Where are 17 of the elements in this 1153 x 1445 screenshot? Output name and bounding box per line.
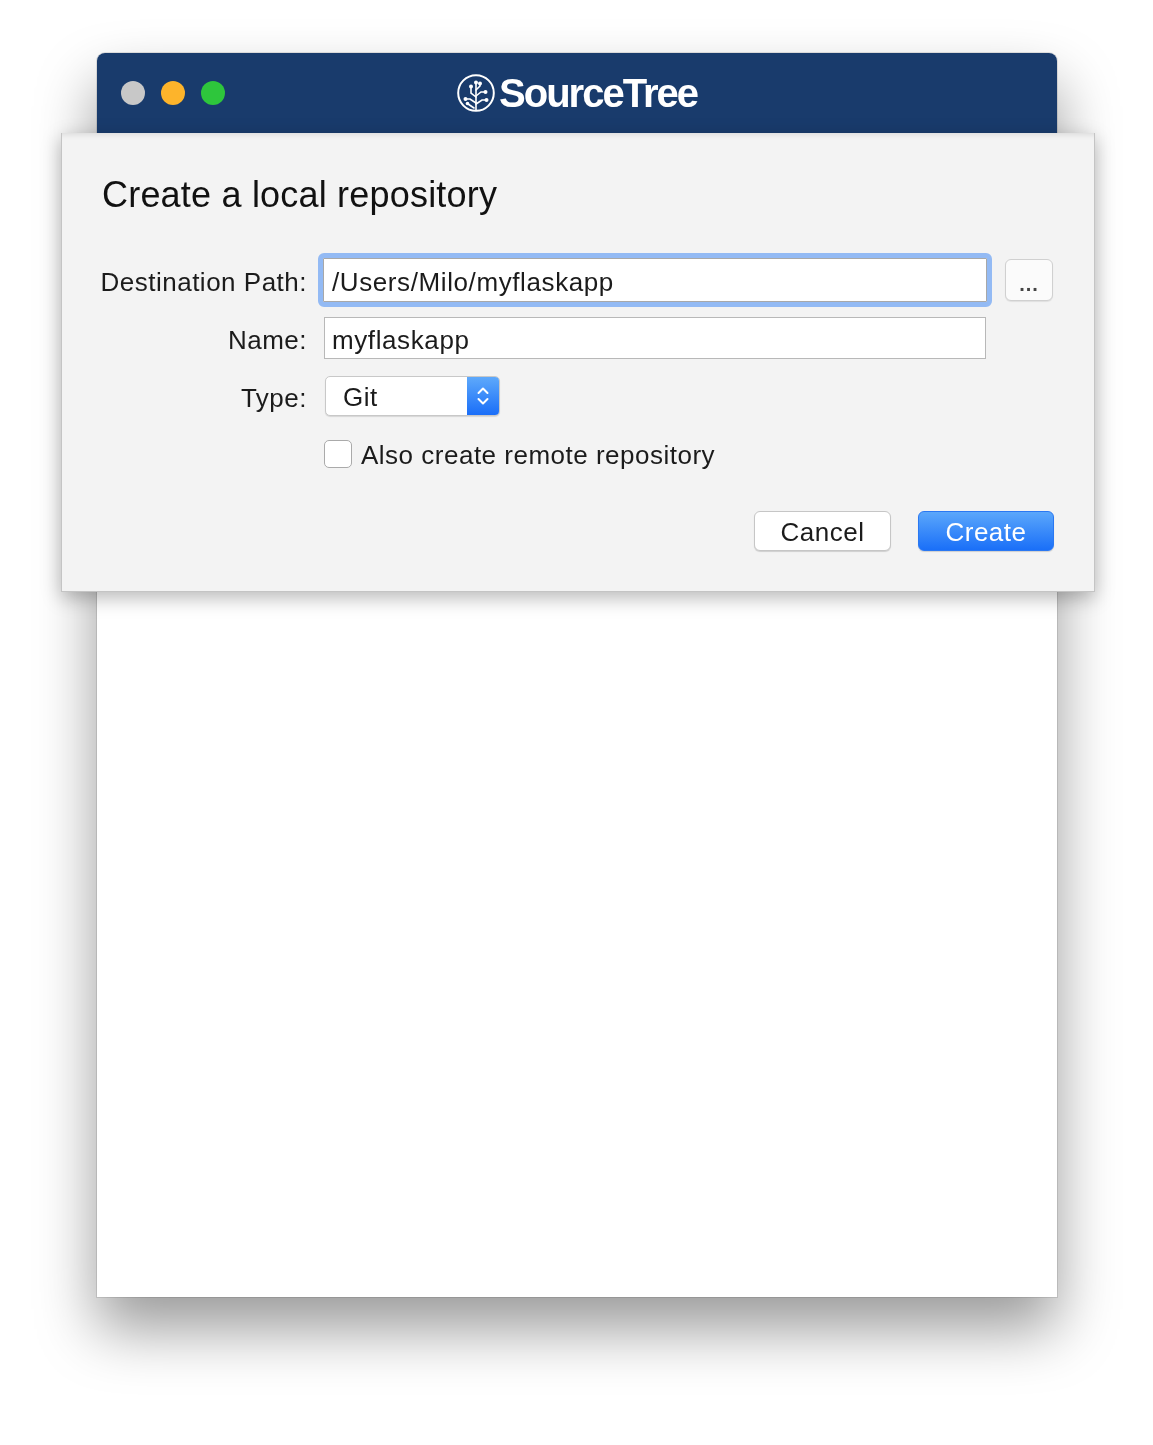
tree-logo-icon [457, 74, 496, 112]
browse-button[interactable]: ... [1005, 259, 1053, 301]
field-label: Type: [240, 382, 307, 413]
checkbox[interactable] [324, 440, 352, 468]
type-popup-button[interactable]: Git [325, 376, 500, 416]
field-label: Name: [227, 324, 307, 355]
up-down-arrows-icon [467, 377, 499, 415]
app-title: SourceTree [499, 71, 697, 115]
default-button[interactable]: Create [918, 511, 1054, 551]
zoom-button[interactable] [201, 81, 225, 105]
checkbox-label[interactable]: Also create remote repository [361, 438, 716, 470]
field-label: Destination Path: [100, 266, 307, 297]
dialog-title: Create a local repository [102, 175, 498, 215]
text-field[interactable]: myflaskapp [324, 317, 986, 359]
minimize-button[interactable] [161, 81, 185, 105]
text-field[interactable]: /Users/Milo/myflaskapp [318, 253, 992, 307]
dialog-button[interactable]: Cancel [754, 511, 891, 551]
